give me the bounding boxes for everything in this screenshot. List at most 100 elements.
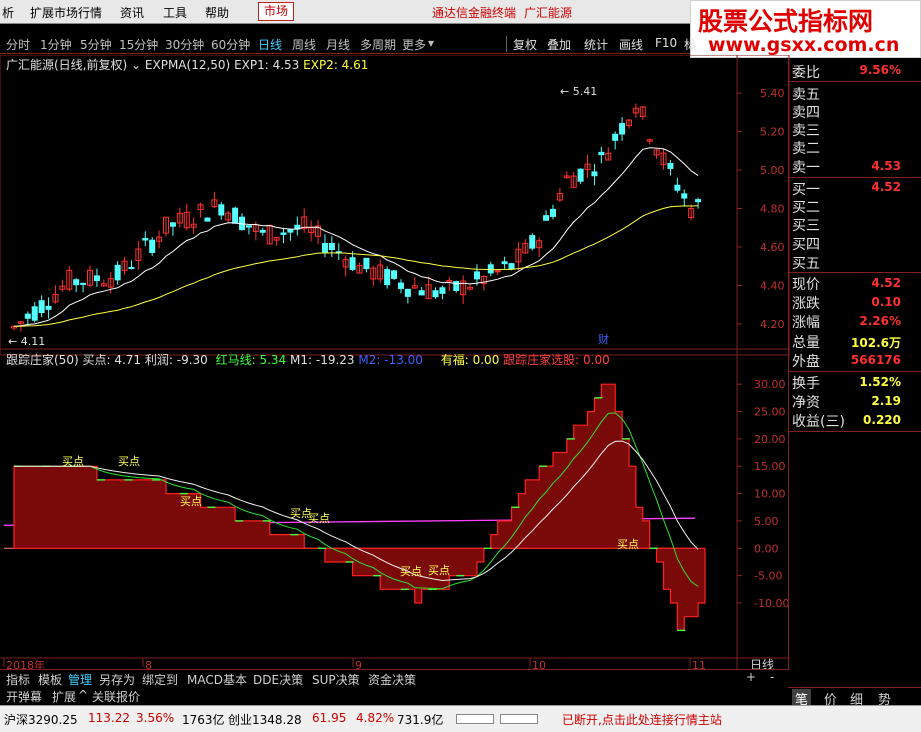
date-period-label: 日线	[750, 658, 774, 669]
index1-amount: 1763亿	[182, 713, 225, 727]
menu-item-ext-market[interactable]: 扩展市场行情	[30, 4, 102, 21]
draw-button[interactable]: 画线	[619, 36, 643, 53]
logo-text: 股票公式指标网	[698, 7, 874, 36]
tab-dde[interactable]: DDE决策	[253, 671, 303, 688]
related-quote-button[interactable]: 关联报价	[92, 688, 140, 705]
sub-tick-label: -5.00	[754, 570, 782, 583]
period-monthly[interactable]: 月线	[326, 36, 350, 53]
chevron-down-icon[interactable]: ▾	[428, 36, 434, 50]
f10-button[interactable]: F10	[655, 36, 677, 50]
stats-button[interactable]: 统计	[584, 36, 608, 53]
candle-body	[287, 229, 294, 233]
indicator-legend: EXPMA(12,50)	[144, 58, 231, 72]
sub-tick-label: 15.00	[754, 460, 786, 473]
period-multi[interactable]: 多周期	[360, 36, 396, 53]
candle-body	[619, 123, 626, 135]
tab-save-as[interactable]: 另存为	[99, 671, 135, 688]
candle-body	[149, 239, 156, 253]
index1-value[interactable]: 沪深3290.25	[4, 711, 78, 728]
tab-sup[interactable]: SUP决策	[312, 671, 360, 688]
stat-label-change: 涨跌	[792, 296, 820, 312]
candle-body	[363, 257, 370, 270]
menu-item-analysis[interactable]: 析	[2, 4, 14, 21]
index2-change: 61.95	[312, 711, 347, 725]
logo-url: www.gsxx.com.cn	[708, 34, 900, 56]
tab-fund[interactable]: 资金决策	[368, 671, 416, 688]
date-tick-label: 2018年	[6, 658, 45, 669]
buy-point-legend: 买点: 4.71	[82, 353, 142, 367]
buy3-label: 买三	[792, 218, 820, 234]
tab-macd[interactable]: MACD基本	[187, 671, 247, 688]
high-annotation: ← 5.41	[560, 85, 597, 98]
price-tick-label: 5.40	[760, 87, 785, 100]
divider	[789, 177, 921, 178]
extend-button[interactable]: 扩展	[52, 688, 76, 705]
stat-label-price: 现价	[792, 277, 820, 293]
period-30min[interactable]: 30分钟	[165, 36, 204, 53]
candle-body	[80, 282, 87, 285]
period-toolbar: 分时 1分钟 5分钟 15分钟 30分钟 60分钟 日线 周线 月线 多周期 更…	[0, 34, 696, 54]
tab-manage[interactable]: 管理	[68, 671, 92, 688]
tab-bind[interactable]: 绑定到	[142, 671, 178, 688]
period-more[interactable]: 更多	[402, 36, 426, 53]
period-weekly[interactable]: 周线	[292, 36, 316, 53]
profit-legend: 利润: -9.30	[144, 353, 208, 367]
period-60min[interactable]: 60分钟	[211, 36, 250, 53]
candle-body	[321, 243, 328, 253]
tab-template[interactable]: 模板	[38, 671, 62, 688]
period-intraday[interactable]: 分时	[6, 36, 30, 53]
candle-body	[549, 208, 556, 217]
tab-indicator[interactable]: 指标	[6, 671, 30, 688]
connection-status[interactable]: 已断开,点击此处连接行情主站	[562, 711, 722, 728]
candle-body	[280, 232, 287, 235]
candle-body	[529, 235, 536, 249]
menu-item-news[interactable]: 资讯	[120, 4, 144, 21]
candle-body	[674, 184, 681, 191]
sell3-label: 卖三	[792, 123, 820, 139]
candle-body	[494, 270, 501, 273]
candle-body	[232, 207, 239, 224]
menu-item-help[interactable]: 帮助	[205, 4, 229, 21]
candle-body	[667, 162, 674, 169]
period-1min[interactable]: 1分钟	[40, 36, 72, 53]
sub-tick-label: 25.00	[754, 406, 786, 419]
price-tick-label: 5.00	[760, 164, 785, 177]
mark-button[interactable]: 标	[684, 36, 696, 53]
select-legend: 跟踪庄家选股: 0.00	[503, 353, 610, 367]
buy-point-label: 买点	[308, 512, 330, 525]
period-5min[interactable]: 5分钟	[80, 36, 112, 53]
settings-icon[interactable]: ⌄	[131, 58, 141, 72]
buy2-label: 买二	[792, 200, 820, 216]
panel-tabs: 笔 价 细 势	[788, 687, 921, 708]
danmaku-button[interactable]: 开弹幕	[6, 688, 42, 705]
candle-body	[681, 193, 688, 199]
candle-body	[24, 313, 31, 319]
date-tick-label: 8	[145, 659, 152, 669]
menu-item-tools[interactable]: 工具	[163, 4, 187, 21]
adjust-button[interactable]: 复权	[513, 36, 537, 53]
period-15min[interactable]: 15分钟	[119, 36, 158, 53]
index2-value[interactable]: 创业1348.28	[228, 711, 302, 728]
candle-body	[404, 288, 411, 297]
stock-title: 广汇能源	[524, 6, 573, 20]
main-legend: 广汇能源(日线,前复权) ⌄ EXPMA(12,50) EXP1: 4.53 E…	[6, 56, 368, 73]
sell1-label: 卖一	[792, 160, 820, 176]
date-tick-label: 11	[692, 659, 706, 669]
market-button[interactable]: 市场	[258, 2, 294, 21]
sub-tick-label: 30.00	[754, 378, 786, 391]
status-bar: 沪深3290.25 113.22 3.56% 1763亿 创业1348.28 6…	[0, 705, 921, 732]
add-icon[interactable]: +	[746, 670, 756, 684]
buy-point-label: 买点	[617, 538, 639, 551]
quote-panel: 委比 9.56% 卖五 卖四 卖三 卖二 卖一 4.53 买一 4.52 买二 …	[788, 58, 921, 688]
index1-pct: 3.56%	[136, 711, 175, 725]
period-daily[interactable]: 日线	[258, 36, 282, 53]
candle-body	[114, 264, 121, 281]
separator	[506, 36, 507, 52]
minus-icon[interactable]: -	[770, 670, 774, 684]
sub-tick-label: 5.00	[754, 515, 779, 528]
chevron-up-icon[interactable]: ^	[78, 688, 88, 702]
candle-body	[73, 279, 80, 286]
overlay-button[interactable]: 叠加	[547, 36, 571, 53]
candle-body	[453, 281, 460, 292]
sub-legend: 跟踪庄家(50) 买点: 4.71 利润: -9.30 红马线: 5.34 M1…	[6, 351, 610, 368]
